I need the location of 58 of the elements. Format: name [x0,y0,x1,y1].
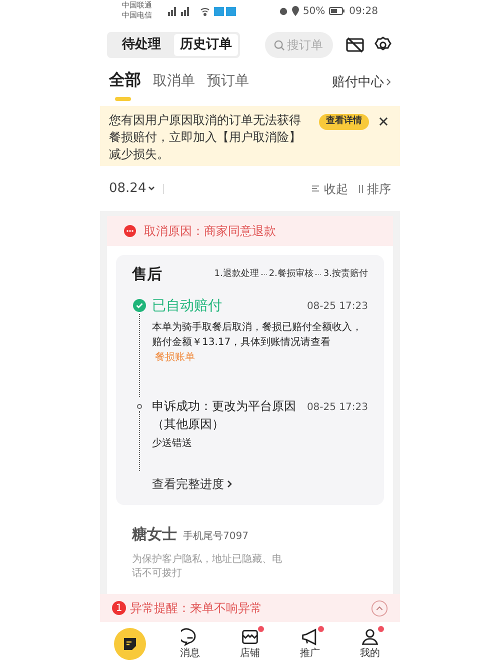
timeline-dot-icon [136,404,142,408]
megaphone-icon [301,628,319,646]
chevron-right-icon [386,78,391,86]
battery-percent: 50% [302,4,326,18]
event-title: 申诉成功：更改为平台原因（其他原因） [152,398,297,432]
person-icon [361,628,379,646]
event-title: 已自动赔付 [152,296,222,316]
event-time: 08-25 17:23 [306,400,368,414]
shop-icon [241,628,259,646]
date-dropdown[interactable]: 08.24 [109,178,156,198]
event-time: 08-25 17:23 [306,300,368,314]
progress-step: 1.退款处理 [214,268,259,281]
privacy-note: 为保护客户隐私，地址已隐藏、电话不可拨打 [132,553,282,581]
nav-tab[interactable]: 我的 [340,622,400,666]
view-progress-link[interactable]: 查看完整进度 [152,474,232,492]
progress-step: 3.按责赔付 [323,268,368,281]
after-sale-title: 售后 [132,264,162,285]
crossed-card-icon[interactable] [346,37,364,53]
nav-tab[interactable]: 推广 [280,622,340,666]
clock-time: 09:28 [349,4,378,18]
more-dots-icon [124,225,136,237]
event-description: 本单为骑手取餐后取消，餐损已赔付全额收入，赔付金额￥13.17，具体到账情况请查看 餐损账单 [152,320,363,364]
location-icon [292,6,299,16]
customer-name: 糖女士 [132,524,177,544]
chevron-right-icon [227,480,232,488]
filter-tab[interactable]: 预订单 [207,71,249,96]
compensation-center-link[interactable]: 赔付中心 [332,72,391,96]
filter-tab[interactable]: 全部 [109,68,141,96]
tab-underline [115,97,131,101]
nav-label: 推广 [300,646,320,660]
nav-label: 店铺 [240,646,260,660]
nav-label: 消息 [180,646,200,660]
search-icon [274,40,285,51]
filter-tab[interactable]: 取消单 [153,71,195,96]
view-details-button[interactable]: 查看详情 [319,114,369,130]
collapse-icon [312,185,321,192]
collapse-button[interactable]: 收起 [312,180,348,198]
close-icon[interactable] [379,117,388,126]
notice-text: 您有因用户原因取消的订单无法获得餐损赔付，立即加入【用户取消险】减少损失。 [109,112,302,163]
event-description: 少送错送 [152,436,193,450]
nav-tab[interactable]: 消息 [160,622,220,666]
customer-phone: 手机尾号7097 [183,530,248,544]
battery-icon [329,7,346,15]
alert-text: 异常提醒：来单不响异常 [130,600,262,617]
chevron-down-icon [148,186,156,191]
nav-tab[interactable]: 店铺 [220,622,280,666]
segment-tab[interactable]: 历史订单 [174,34,238,56]
sort-icon [358,184,364,192]
progress-step: 2.餐损审核 [268,268,314,281]
sort-button[interactable]: 排序 [358,180,391,198]
cancel-reason-text: 取消原因：商家同意退款 [144,223,276,240]
alert-count-badge: 1 [112,601,126,615]
segment-tab[interactable]: 待处理 [109,34,174,56]
nav-label: 我的 [360,646,380,660]
search-field[interactable]: 搜订单 [265,32,333,58]
check-circle-icon [132,298,146,312]
wifi-icon [200,6,210,16]
note-icon [123,637,137,651]
